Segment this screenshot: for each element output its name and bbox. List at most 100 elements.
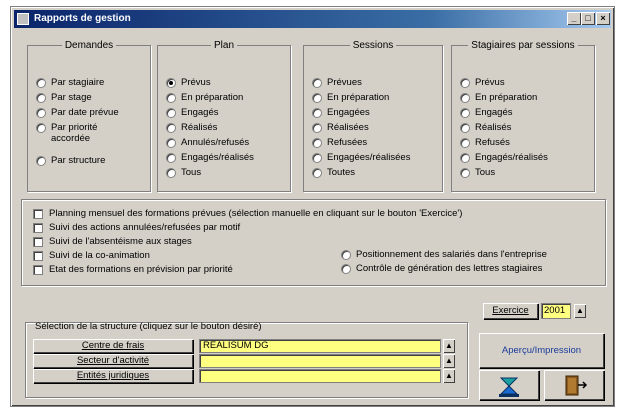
radio-demandes-3[interactable]: Par priorité accordée bbox=[36, 122, 121, 144]
radio-button[interactable] bbox=[312, 78, 322, 88]
radio-sessions-4[interactable]: Refusées bbox=[312, 137, 367, 148]
radio-sessions-1[interactable]: En préparation bbox=[312, 92, 389, 103]
preview-print-button[interactable]: Aperçu/Impression bbox=[479, 333, 604, 368]
structure-button-0[interactable]: Centre de frais bbox=[33, 339, 193, 353]
radio-plan-3[interactable]: Réalisés bbox=[166, 122, 217, 133]
radio-button[interactable] bbox=[166, 138, 176, 148]
checkbox[interactable] bbox=[33, 208, 43, 219]
radio-button[interactable] bbox=[460, 123, 470, 133]
radio-button[interactable] bbox=[312, 153, 322, 163]
structure-spin-2[interactable]: ▲ bbox=[443, 369, 455, 383]
spin-up-icon: ▲ bbox=[576, 306, 584, 315]
minimize-button[interactable]: _ bbox=[567, 12, 581, 25]
radio-plan-1[interactable]: En préparation bbox=[166, 92, 243, 103]
structure-button-2[interactable]: Entités juridiques bbox=[33, 369, 193, 383]
radio-button[interactable] bbox=[312, 168, 322, 178]
radio-label: Par stagiaire bbox=[51, 77, 105, 88]
radio-button[interactable] bbox=[312, 93, 322, 103]
radio-demandes-4[interactable]: Par structure bbox=[36, 155, 105, 166]
report-checkbox-3[interactable]: Suivi de la co-animation bbox=[33, 250, 150, 261]
checkbox[interactable] bbox=[33, 250, 43, 261]
group-stagiaires-legend: Stagiaires par sessions bbox=[471, 40, 575, 51]
radio-demandes-1[interactable]: Par stage bbox=[36, 92, 92, 103]
maximize-button[interactable]: □ bbox=[581, 12, 595, 25]
radio-label: Positionnement des salariés dans l'entre… bbox=[356, 249, 547, 260]
radio-button[interactable] bbox=[312, 108, 322, 118]
radio-button[interactable] bbox=[460, 138, 470, 148]
radio-label: Par stage bbox=[51, 92, 92, 103]
group-demandes-legend: Demandes bbox=[64, 40, 114, 51]
structure-field-1[interactable] bbox=[199, 354, 441, 368]
radio-label: Par structure bbox=[51, 155, 106, 166]
radio-button[interactable] bbox=[166, 153, 176, 163]
radio-stagiaires-3[interactable]: Réalisés bbox=[460, 122, 511, 133]
checkbox[interactable] bbox=[33, 236, 43, 247]
report-checkbox-2[interactable]: Suivi de l'absentéisme aux stages bbox=[33, 236, 192, 247]
exercice-spin-button[interactable]: ▲ bbox=[574, 304, 586, 318]
extra-radio-1[interactable]: Contrôle de génération des lettres stagi… bbox=[341, 263, 542, 274]
radio-button[interactable] bbox=[312, 123, 322, 133]
radio-stagiaires-1[interactable]: En préparation bbox=[460, 92, 537, 103]
exit-button[interactable] bbox=[544, 370, 604, 400]
radio-plan-2[interactable]: Engagés bbox=[166, 107, 219, 118]
radio-plan-4[interactable]: Annulés/refusés bbox=[166, 137, 249, 148]
radio-sessions-3[interactable]: Réalisées bbox=[312, 122, 369, 133]
radio-button[interactable] bbox=[341, 250, 351, 260]
radio-button[interactable] bbox=[460, 168, 470, 178]
radio-label: Par date prévue bbox=[51, 107, 119, 118]
radio-plan-0[interactable]: Prévus bbox=[166, 77, 211, 88]
spin-up-icon: ▲ bbox=[445, 356, 453, 365]
radio-sessions-2[interactable]: Engagées bbox=[312, 107, 370, 118]
radio-button[interactable] bbox=[166, 168, 176, 178]
structure-button-1[interactable]: Secteur d'activité bbox=[33, 354, 193, 368]
radio-button[interactable] bbox=[312, 138, 322, 148]
radio-plan-5[interactable]: Engagés/réalisés bbox=[166, 152, 254, 163]
radio-button[interactable] bbox=[36, 108, 46, 118]
radio-button[interactable] bbox=[36, 78, 46, 88]
radio-button[interactable] bbox=[166, 78, 176, 88]
exercice-button[interactable]: Exercice bbox=[483, 303, 538, 319]
radio-label: Toutes bbox=[327, 167, 355, 178]
radio-demandes-2[interactable]: Par date prévue bbox=[36, 107, 119, 118]
radio-button[interactable] bbox=[166, 93, 176, 103]
radio-stagiaires-0[interactable]: Prévus bbox=[460, 77, 505, 88]
group-stagiaires: Stagiaires par sessions Prévus En prépara… bbox=[451, 40, 595, 192]
radio-stagiaires-2[interactable]: Engagés bbox=[460, 107, 513, 118]
radio-demandes-0[interactable]: Par stagiaire bbox=[36, 77, 104, 88]
radio-stagiaires-6[interactable]: Tous bbox=[460, 167, 495, 178]
radio-plan-6[interactable]: Tous bbox=[166, 167, 201, 178]
close-icon: × bbox=[600, 13, 606, 23]
report-checkbox-0[interactable]: Planning mensuel des formations prévues … bbox=[33, 208, 462, 219]
radio-button[interactable] bbox=[36, 156, 46, 166]
radio-button[interactable] bbox=[36, 93, 46, 103]
radio-button[interactable] bbox=[166, 123, 176, 133]
radio-sessions-5[interactable]: Engagées/réalisées bbox=[312, 152, 410, 163]
close-button[interactable]: × bbox=[596, 12, 610, 25]
radio-button[interactable] bbox=[341, 264, 351, 274]
extra-radio-0[interactable]: Positionnement des salariés dans l'entre… bbox=[341, 249, 547, 260]
report-checkbox-1[interactable]: Suivi des actions annulées/refusées par … bbox=[33, 222, 240, 233]
exercice-year-field[interactable]: 2001 bbox=[541, 303, 571, 319]
checkbox[interactable] bbox=[33, 222, 43, 233]
radio-sessions-6[interactable]: Toutes bbox=[312, 167, 355, 178]
radio-stagiaires-4[interactable]: Refusés bbox=[460, 137, 510, 148]
radio-label: Refusés bbox=[475, 137, 510, 148]
spin-up-icon: ▲ bbox=[445, 371, 453, 380]
structure-field-0[interactable]: REALISUM DG bbox=[199, 339, 441, 353]
radio-sessions-0[interactable]: Prévues bbox=[312, 77, 362, 88]
radio-button[interactable] bbox=[460, 153, 470, 163]
structure-field-2[interactable] bbox=[199, 369, 441, 383]
radio-button[interactable] bbox=[36, 123, 46, 133]
radio-button[interactable] bbox=[460, 93, 470, 103]
radio-button[interactable] bbox=[460, 108, 470, 118]
radio-button[interactable] bbox=[166, 108, 176, 118]
radio-button[interactable] bbox=[460, 78, 470, 88]
structure-spin-1[interactable]: ▲ bbox=[443, 354, 455, 368]
structure-spin-0[interactable]: ▲ bbox=[443, 339, 455, 353]
title-bar[interactable]: Rapports de gestion _ □ × bbox=[14, 10, 611, 28]
checkbox[interactable] bbox=[33, 264, 43, 275]
run-report-button[interactable] bbox=[479, 370, 539, 400]
radio-stagiaires-5[interactable]: Engagés/réalisés bbox=[460, 152, 548, 163]
report-checkbox-4[interactable]: Etat des formations en prévision par pri… bbox=[33, 264, 233, 275]
window-title: Rapports de gestion bbox=[34, 13, 131, 24]
